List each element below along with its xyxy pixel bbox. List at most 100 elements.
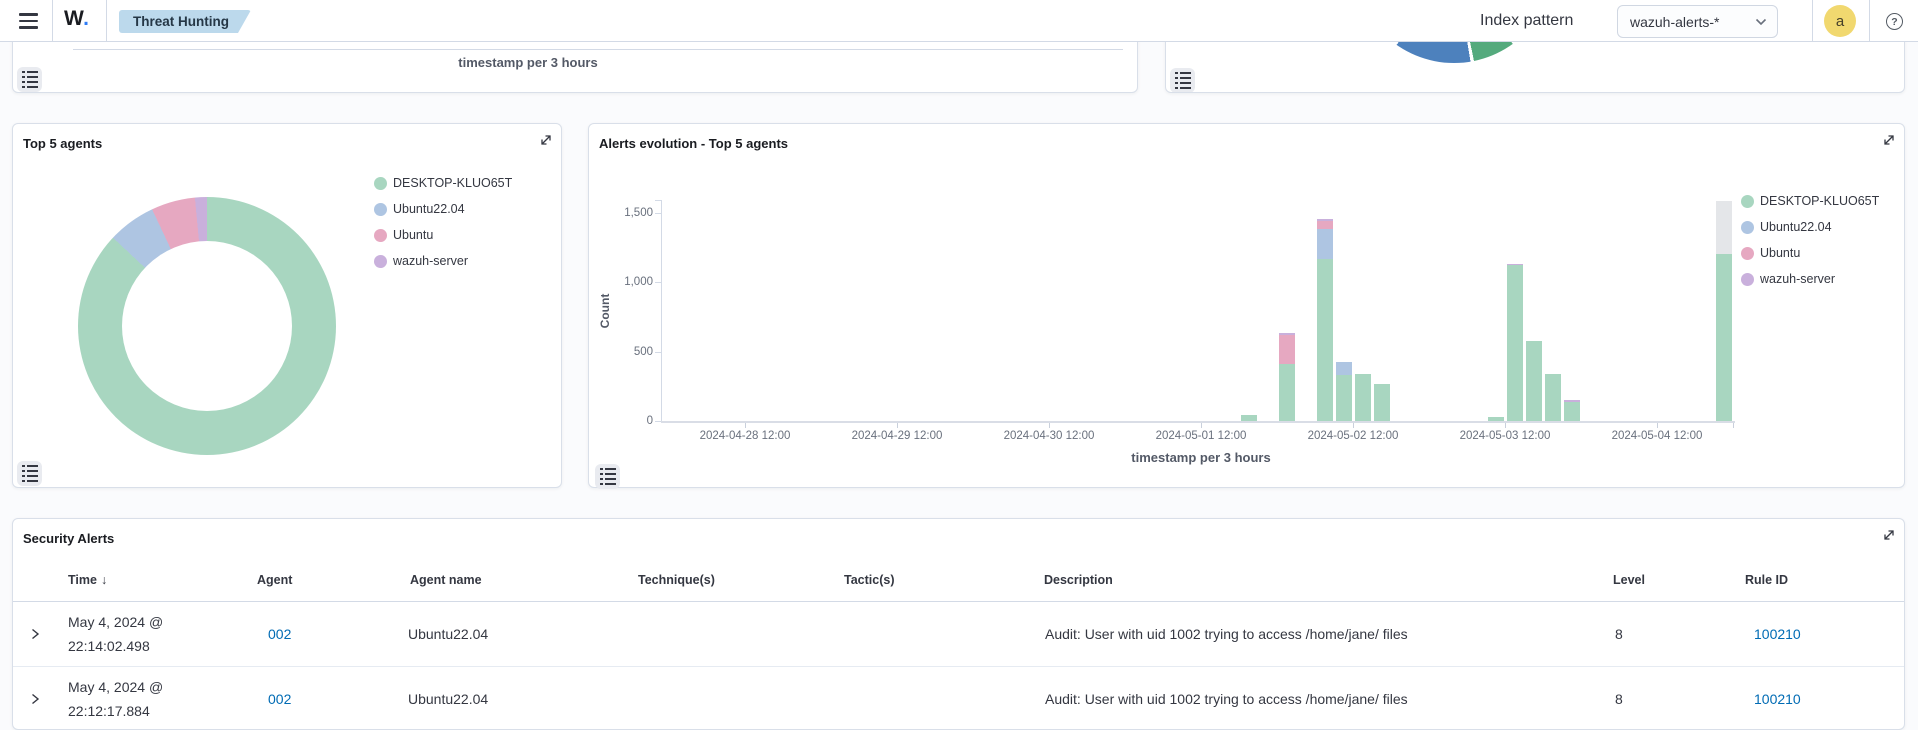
bar-segment-wazuh-server[interactable] — [1279, 333, 1295, 334]
legend-item[interactable]: Ubuntu — [374, 222, 512, 248]
table-header-row: Time↓ Agent Agent name Technique(s) Tactic(s… — [13, 559, 1904, 602]
avatar[interactable]: a — [1824, 5, 1856, 37]
bar-segment-DESKTOP-KLUO65T[interactable] — [1374, 384, 1390, 421]
legend-toggle-button[interactable] — [17, 67, 42, 92]
cell-description: Audit: User with uid 1002 trying to acce… — [1045, 602, 1408, 666]
expand-icon[interactable] — [1882, 528, 1896, 542]
column-header-technique-s-[interactable]: Technique(s) — [638, 559, 715, 602]
bar-segment-unlabeled-gray[interactable] — [1716, 201, 1732, 254]
x-tick — [1505, 423, 1506, 428]
bar-segment-DESKTOP-KLUO65T[interactable] — [1564, 402, 1580, 421]
y-tick — [655, 213, 661, 214]
x-tick — [1049, 423, 1050, 428]
legend-label: wazuh-server — [1760, 272, 1835, 286]
expand-row-chevron-icon[interactable] — [29, 602, 41, 666]
hidden-chart-axis-title: timestamp per 3 hours — [13, 55, 1043, 70]
x-axis-line — [661, 421, 1735, 423]
y-tick — [655, 200, 661, 201]
legend-dot-icon — [1741, 247, 1754, 260]
expand-row-chevron-icon[interactable] — [29, 667, 41, 730]
legend-toggle-button[interactable] — [17, 461, 42, 486]
x-tick — [1201, 423, 1202, 428]
bar-segment-DESKTOP-KLUO65T[interactable] — [1526, 341, 1542, 421]
cell-level: 8 — [1615, 602, 1623, 666]
bar-segment-DESKTOP-KLUO65T[interactable] — [1241, 415, 1257, 421]
panel-title: Top 5 agents — [23, 136, 102, 151]
hidden-chart-axis-line — [73, 49, 1123, 50]
sort-descending-icon[interactable]: ↓ — [101, 573, 107, 587]
bar-segment-Ubuntu[interactable] — [1279, 335, 1295, 364]
legend-dot-icon — [374, 255, 387, 268]
cell-agent[interactable]: 002 — [268, 667, 291, 730]
x-tick — [897, 423, 898, 428]
legend-toggle-button[interactable] — [1170, 68, 1195, 93]
legend-label: wazuh-server — [393, 254, 468, 268]
index-pattern-value: wazuh-alerts-* — [1630, 14, 1719, 30]
bar-segment-DESKTOP-KLUO65T[interactable] — [1545, 374, 1561, 421]
legend-item[interactable]: wazuh-server — [1741, 266, 1879, 292]
x-tick — [1353, 423, 1354, 428]
legend-label: Ubuntu22.04 — [393, 202, 465, 216]
table-row: May 4, 2024 @22:12:17.884002Ubuntu22.04A… — [13, 667, 1904, 730]
menu-hamburger-icon[interactable] — [10, 8, 46, 34]
legend-item[interactable]: DESKTOP-KLUO65T — [374, 170, 512, 196]
legend-dot-icon — [374, 229, 387, 242]
expand-icon[interactable] — [539, 133, 553, 147]
cell-rule-id[interactable]: 100210 — [1754, 602, 1801, 666]
column-header-description[interactable]: Description — [1044, 559, 1113, 602]
legend-item[interactable]: Ubuntu — [1741, 240, 1879, 266]
x-tick — [1733, 423, 1734, 428]
legend-item[interactable]: DESKTOP-KLUO65T — [1741, 188, 1879, 214]
bar-segment-DESKTOP-KLUO65T[interactable] — [1507, 265, 1523, 421]
bar-segment-DESKTOP-KLUO65T[interactable] — [1488, 417, 1504, 421]
wazuh-logo[interactable]: W. — [64, 7, 90, 31]
column-header-agent[interactable]: Agent — [257, 559, 292, 602]
bar-segment-Ubuntu[interactable] — [1317, 221, 1333, 229]
legend-toggle-button[interactable] — [595, 464, 620, 489]
bar-segment-DESKTOP-KLUO65T[interactable] — [1317, 259, 1333, 421]
legend-dot-icon — [1741, 195, 1754, 208]
bar-segment-DESKTOP-KLUO65T[interactable] — [1355, 374, 1371, 421]
bar-segment-DESKTOP-KLUO65T[interactable] — [1336, 375, 1352, 421]
table-row: May 4, 2024 @22:14:02.498002Ubuntu22.04A… — [13, 602, 1904, 667]
y-tick-label: 1,500 — [603, 207, 653, 219]
column-header-rule-id[interactable]: Rule ID — [1745, 559, 1788, 602]
cell-agent[interactable]: 002 — [268, 602, 291, 666]
cell-rule-id[interactable]: 100210 — [1754, 667, 1801, 730]
legend-item[interactable]: wazuh-server — [374, 248, 512, 274]
bar-segment-Ubuntu22.04[interactable] — [1336, 362, 1352, 375]
bar-segment-Ubuntu22.04[interactable] — [1317, 229, 1333, 259]
top5-agents-donut-chart[interactable] — [78, 197, 336, 455]
y-tick — [655, 421, 661, 422]
x-tick — [1657, 423, 1658, 428]
security-alerts-panel: Security Alerts Time↓AgentAgent nameTech… — [12, 518, 1905, 730]
legend-item[interactable]: Ubuntu22.04 — [374, 196, 512, 222]
column-header-time[interactable]: Time↓ — [68, 559, 107, 602]
index-pattern-select[interactable]: wazuh-alerts-* — [1617, 5, 1778, 38]
bar-segment-wazuh-server[interactable] — [1317, 219, 1333, 220]
bar-segment-DESKTOP-KLUO65T[interactable] — [1716, 254, 1732, 421]
bar-segment-wazuh-server[interactable] — [1564, 400, 1580, 401]
top-5-agents-panel: Top 5 agents DESKTOP-KLUO65T Ubuntu22.04 U… — [12, 123, 562, 488]
legend-label: Ubuntu — [393, 228, 433, 242]
legend-dot-icon — [1741, 221, 1754, 234]
y-tick — [655, 282, 661, 283]
evolution-legend: DESKTOP-KLUO65TUbuntu22.04 Ubuntu wazuh-se… — [1741, 188, 1879, 292]
column-header-tactic-s-[interactable]: Tactic(s) — [844, 559, 894, 602]
bar-segment-DESKTOP-KLUO65T[interactable] — [1279, 364, 1295, 421]
top5-legend: DESKTOP-KLUO65T Ubuntu22.04 Ubuntu wazuh-se… — [374, 170, 512, 274]
alerts-evolution-bar-chart: Count timestamp per 3 hours 05001,0001,5… — [589, 124, 1904, 487]
x-tick-label: 2024-04-29 12:00 — [842, 430, 952, 442]
legend-label: DESKTOP-KLUO65T — [393, 176, 512, 190]
help-icon[interactable]: ? — [1886, 13, 1903, 30]
legend-dot-icon — [1741, 273, 1754, 286]
breadcrumb-threat-hunting[interactable]: Threat Hunting — [119, 10, 251, 33]
bar-segment-wazuh-server[interactable] — [1507, 264, 1523, 265]
chevron-down-icon — [1755, 18, 1767, 26]
cell-time: May 4, 2024 @22:12:17.884 — [68, 667, 163, 730]
legend-label: Ubuntu — [1760, 246, 1800, 260]
column-header-level[interactable]: Level — [1613, 559, 1645, 602]
column-header-agent-name[interactable]: Agent name — [410, 559, 482, 602]
x-tick-label: 2024-04-28 12:00 — [690, 430, 800, 442]
legend-item[interactable]: Ubuntu22.04 — [1741, 214, 1879, 240]
